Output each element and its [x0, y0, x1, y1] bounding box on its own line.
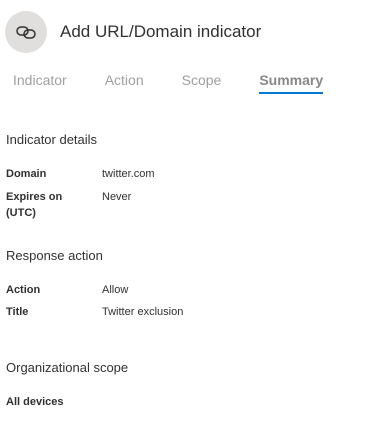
expires-value: Never [102, 191, 132, 203]
action-row: Action Allow [6, 282, 128, 298]
title-label: Title [6, 306, 29, 318]
tab-scope[interactable]: Scope [182, 72, 222, 92]
page-title: Add URL/Domain indicator [60, 22, 262, 41]
domain-value: twitter.com [102, 168, 155, 180]
domain-row: Domain twitter.com [6, 166, 155, 182]
indicator-details-heading: Indicator details [6, 132, 98, 147]
wizard-tabs: Indicator Action Scope Summary [13, 72, 324, 94]
tab-action[interactable]: Action [105, 72, 144, 92]
domain-label: Domain [6, 168, 47, 180]
expires-row: Expires on (UTC) Never [6, 189, 131, 221]
action-value: Allow [102, 284, 129, 296]
link-icon [5, 11, 47, 53]
title-value: Twitter exclusion [102, 306, 184, 318]
title-row: Title Twitter exclusion [6, 304, 183, 320]
panel-header: Add URL/Domain indicator [5, 11, 261, 53]
tab-summary[interactable]: Summary [259, 72, 324, 94]
expires-label: Expires on (UTC) [6, 191, 63, 219]
organizational-scope-heading: Organizational scope [6, 360, 129, 375]
tab-indicator[interactable]: Indicator [13, 72, 67, 92]
action-label: Action [6, 284, 41, 296]
response-action-heading: Response action [6, 248, 103, 263]
scope-value: All devices [6, 396, 64, 408]
